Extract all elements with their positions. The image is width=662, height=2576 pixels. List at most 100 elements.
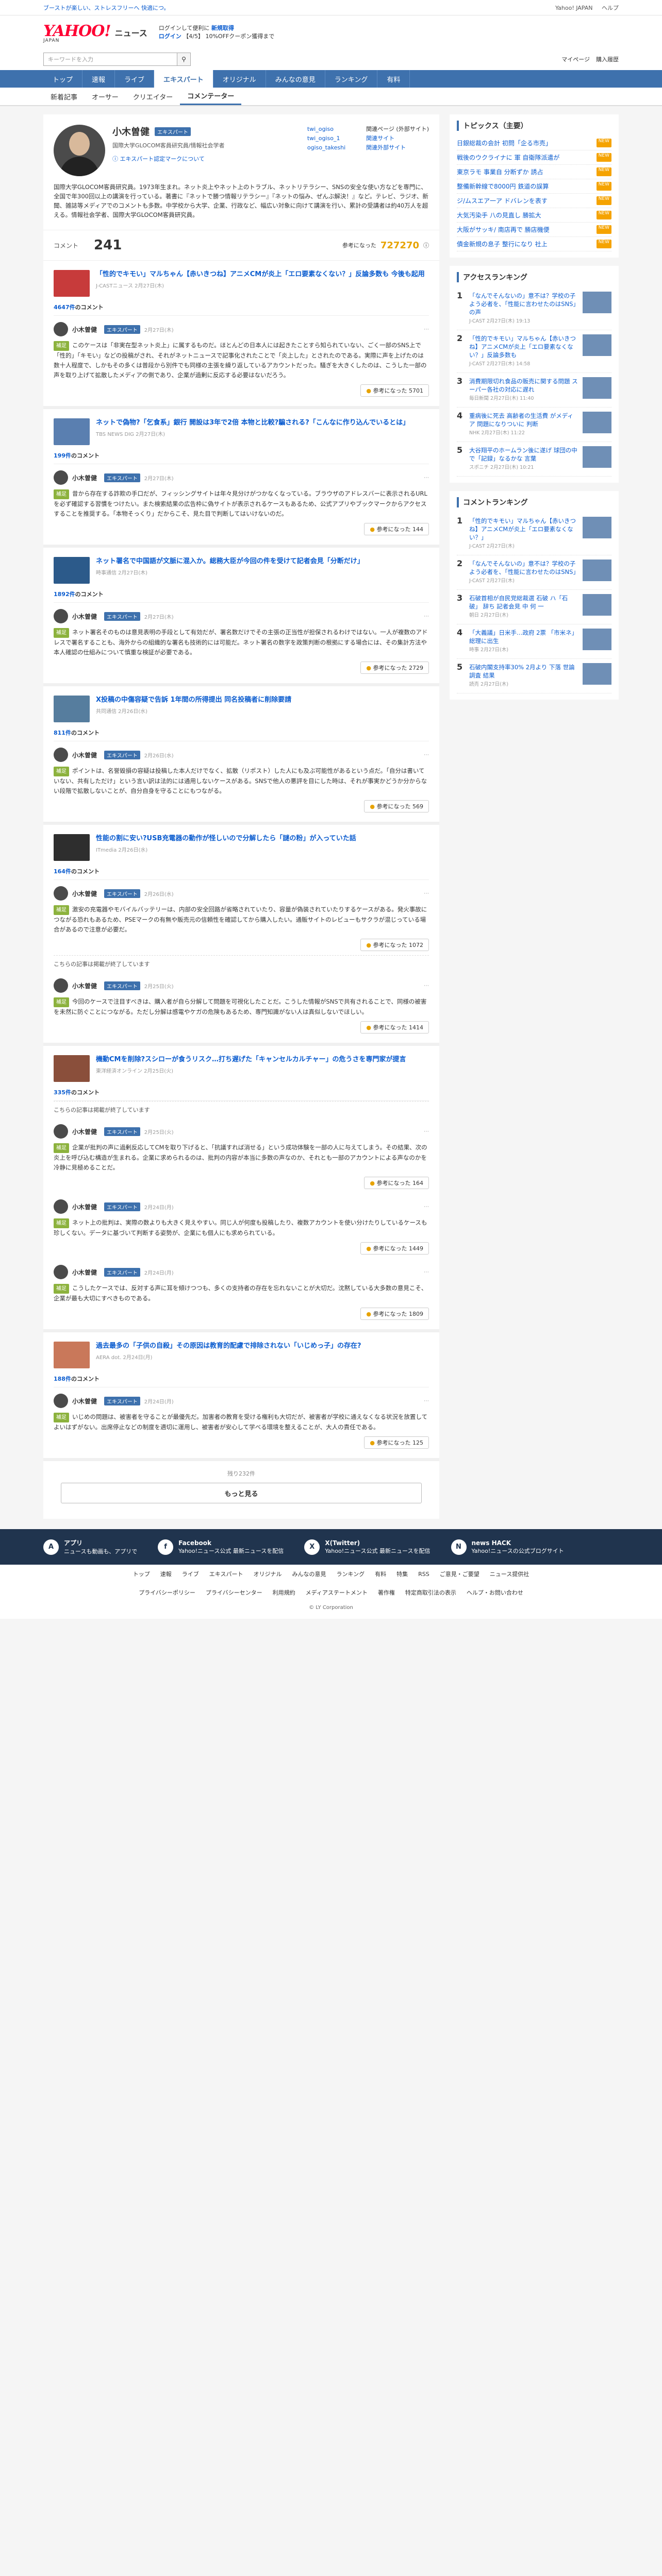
footer-legal-link[interactable]: 利用規約 bbox=[273, 1589, 295, 1596]
topic-title[interactable]: 整備新幹線で8000円 鉄道の誤算 bbox=[457, 182, 549, 191]
helpful-button[interactable]: ● 参考になった 1809 bbox=[360, 1308, 429, 1320]
comment-author[interactable]: 小木曽健 bbox=[72, 612, 97, 621]
report-link[interactable]: ⋯ bbox=[424, 891, 429, 896]
footer-link[interactable]: ランキング bbox=[336, 1571, 365, 1578]
ranking-thumbnail[interactable] bbox=[583, 517, 611, 538]
article-title[interactable]: 機動CMを削除?スシローが食うリスク…打ち遅げた「キャンセルカルチャー」の危うさ… bbox=[96, 1055, 406, 1064]
comment-count-link[interactable]: 164件のコメント bbox=[54, 867, 429, 880]
footer-link[interactable]: みんなの意見 bbox=[292, 1571, 326, 1578]
count-number[interactable]: 188件 bbox=[54, 1376, 71, 1382]
topic-item[interactable]: 大阪がサッキ/ 南店再で 勝店機便 NEW bbox=[457, 223, 611, 237]
article-title[interactable]: 過去最多の「子供の自殺」その原因は教育的配慮で排除されない「いじめっ子」の存在? bbox=[96, 1342, 361, 1351]
article-header[interactable]: ネットで偽物?「乞食系」銀行 開設は3年で2倍 本物と比較?騙される?「こんなに… bbox=[54, 418, 429, 445]
report-link[interactable]: ⋯ bbox=[424, 327, 429, 332]
report-link[interactable]: ⋯ bbox=[424, 614, 429, 619]
footer-legal-link[interactable]: プライバシーセンター bbox=[206, 1589, 262, 1596]
topic-item[interactable]: 整備新幹線で8000円 鉄道の誤算 NEW bbox=[457, 179, 611, 194]
footer-legal-link[interactable]: プライバシーポリシー bbox=[139, 1589, 195, 1596]
count-number[interactable]: 4647件 bbox=[54, 304, 75, 311]
count-number[interactable]: 811件 bbox=[54, 730, 71, 736]
topic-title[interactable]: 戦後のウクライナに 軍 自衛隊派遣が bbox=[457, 153, 559, 162]
ranking-item[interactable]: 1 「性的でキモい」マルちゃん【赤いきつね】アニメCMが炎上「エロ要素なくない？」… bbox=[457, 513, 611, 555]
report-link[interactable]: ⋯ bbox=[424, 1204, 429, 1210]
ranking-title[interactable]: 「性的でキモい」マルちゃん【赤いきつね】アニメCMが炎上「エロ要素なくない？」 bbox=[469, 517, 576, 541]
helpful-button[interactable]: ● 参考になった 164 bbox=[364, 1177, 429, 1189]
report-link[interactable]: ⋯ bbox=[424, 1129, 429, 1134]
nav-item[interactable]: ライブ bbox=[115, 70, 155, 88]
ranking-item[interactable]: 5 石破内閣支持率30% 2月より 下落 世論調査 結果 読売 2月27日(木) bbox=[457, 659, 611, 693]
footer-link[interactable]: ご意見・ご要望 bbox=[440, 1571, 479, 1578]
promo-link[interactable]: ブーストが楽しい、ストレスフリーへ 快適につ。 bbox=[43, 4, 170, 12]
help-link[interactable]: ヘルプ bbox=[602, 5, 619, 11]
helpful-button[interactable]: ● 参考になった 1414 bbox=[360, 1021, 429, 1033]
footer-link[interactable]: オリジナル bbox=[253, 1571, 282, 1578]
comment-count-link[interactable]: 188件のコメント bbox=[54, 1375, 429, 1387]
yahoo-logo[interactable]: YAHOO! JAPAN bbox=[43, 22, 111, 43]
ranking-item[interactable]: 4 重病後に死去 高齢者の生活費 がメディア 問題になりついに 判断 NHK 2月2… bbox=[457, 408, 611, 442]
topic-title[interactable]: 大気汚染手 八の見直し 勝拡大 bbox=[457, 211, 541, 219]
comment-author[interactable]: 小木曽健 bbox=[72, 473, 97, 482]
helpful-button[interactable]: ● 参考になった 569 bbox=[364, 800, 429, 812]
footer-legal-link[interactable]: 特定商取引法の表示 bbox=[405, 1589, 456, 1596]
article-title[interactable]: ネットで偽物?「乞食系」銀行 開設は3年で2倍 本物と比較?騙される?「こんなに… bbox=[96, 418, 409, 428]
footer-legal-link[interactable]: 著作権 bbox=[378, 1589, 395, 1596]
profile-link-1[interactable]: twi_ogiso bbox=[307, 126, 334, 132]
article-header[interactable]: 過去最多の「子供の自殺」その原因は教育的配慮で排除されない「いじめっ子」の存在?… bbox=[54, 1342, 429, 1368]
count-number[interactable]: 164件 bbox=[54, 868, 71, 875]
article-thumbnail[interactable] bbox=[54, 557, 90, 584]
count-number[interactable]: 199件 bbox=[54, 452, 71, 459]
topic-item[interactable]: 東京ラモ 事業自 分断ずか 誘占 NEW bbox=[457, 165, 611, 179]
info-icon[interactable]: ⓘ bbox=[423, 241, 429, 249]
nav-item[interactable]: ランキング bbox=[325, 70, 378, 88]
profile-link-3[interactable]: ogiso_takeshi bbox=[307, 144, 345, 151]
footer-legal-link[interactable]: メディアステートメント bbox=[306, 1589, 368, 1596]
ranking-thumbnail[interactable] bbox=[583, 629, 611, 650]
subnav-item[interactable]: クリエイター bbox=[126, 88, 180, 105]
helpful-button[interactable]: ● 参考になった 1449 bbox=[360, 1242, 429, 1255]
footer-link[interactable]: 有料 bbox=[375, 1571, 386, 1578]
mypage-link[interactable]: マイページ bbox=[561, 55, 590, 63]
footer-link[interactable]: ライブ bbox=[182, 1571, 199, 1578]
report-link[interactable]: ⋯ bbox=[424, 1398, 429, 1404]
comment-author[interactable]: 小木曽健 bbox=[72, 981, 97, 990]
login-link[interactable]: ログイン bbox=[159, 33, 181, 40]
article-header[interactable]: ネット署名で中国語が文脈に混入か。総務大臣が今回の件を受けて記者会見「分断だけ」… bbox=[54, 557, 429, 584]
article-header[interactable]: 「性的でキモい」マルちゃん【赤いきつね】アニメCMが炎上「エロ要素なくない？」反… bbox=[54, 270, 429, 297]
comment-count-link[interactable]: 811件のコメント bbox=[54, 728, 429, 741]
article-thumbnail[interactable] bbox=[54, 696, 90, 722]
article-title[interactable]: 性能の割に安い?USB充電器の動作が怪しいので分解したら「謎の粉」が入っていた話 bbox=[96, 834, 356, 843]
report-link[interactable]: ⋯ bbox=[424, 752, 429, 758]
article-title[interactable]: ネット署名で中国語が文脈に混入か。総務大臣が今回の件を受けて記者会見「分断だけ」 bbox=[96, 557, 364, 566]
footer-item[interactable]: A アプリ ニュースも動画も、アプリで bbox=[43, 1538, 137, 1555]
ranking-title[interactable]: 「大義議」日米手…政府 2票 「市米ネ」 総理に出生 bbox=[469, 629, 577, 645]
external-link-2[interactable]: 関連外部サイト bbox=[366, 144, 406, 151]
report-link[interactable]: ⋯ bbox=[424, 983, 429, 989]
yahoo-japan-link[interactable]: Yahoo! JAPAN bbox=[555, 5, 593, 11]
helpful-button[interactable]: ● 参考になった 2729 bbox=[360, 662, 429, 674]
ranking-title[interactable]: 消費期限切れ食品の販売に関する問題 スーパー各社の対応に遅れ bbox=[469, 378, 578, 393]
comment-count-link[interactable]: 335件のコメント bbox=[54, 1088, 429, 1101]
ranking-thumbnail[interactable] bbox=[583, 412, 611, 433]
external-link-1[interactable]: 関連サイト bbox=[366, 135, 394, 142]
comment-author[interactable]: 小木曽健 bbox=[72, 1268, 97, 1277]
topic-item[interactable]: 大気汚染手 八の見直し 勝拡大 NEW bbox=[457, 208, 611, 223]
footer-link[interactable]: 特集 bbox=[396, 1571, 408, 1578]
footer-link[interactable]: トップ bbox=[133, 1571, 150, 1578]
comment-count-link[interactable]: 199件のコメント bbox=[54, 451, 429, 464]
ranking-thumbnail[interactable] bbox=[583, 594, 611, 616]
topic-title[interactable]: 債金新規の息子 整行になり 社上 bbox=[457, 240, 548, 248]
helpful-button[interactable]: ● 参考になった 125 bbox=[364, 1436, 429, 1449]
ranking-title[interactable]: 石破内閣支持率30% 2月より 下落 世論調査 結果 bbox=[469, 664, 575, 679]
comment-author[interactable]: 小木曽健 bbox=[72, 751, 97, 759]
profile-link-2[interactable]: twi_ogiso_1 bbox=[307, 135, 340, 142]
topic-title[interactable]: 東京ラモ 事業自 分断ずか 誘占 bbox=[457, 167, 543, 176]
search-button[interactable]: ⚲ bbox=[177, 53, 191, 66]
topic-title[interactable]: 日銀総裁の会計 初問「企る市売」 bbox=[457, 139, 552, 147]
comment-count-link[interactable]: 1892件のコメント bbox=[54, 590, 429, 603]
comment-author[interactable]: 小木曽健 bbox=[72, 1127, 97, 1136]
comment-author[interactable]: 小木曽健 bbox=[72, 889, 97, 898]
ranking-item[interactable]: 4 「大義議」日米手…政府 2票 「市米ネ」 総理に出生 時事 2月27日(木) bbox=[457, 624, 611, 659]
article-thumbnail[interactable] bbox=[54, 834, 90, 861]
ranking-thumbnail[interactable] bbox=[583, 560, 611, 581]
footer-legal-link[interactable]: ヘルプ・お問い合わせ bbox=[467, 1589, 523, 1596]
